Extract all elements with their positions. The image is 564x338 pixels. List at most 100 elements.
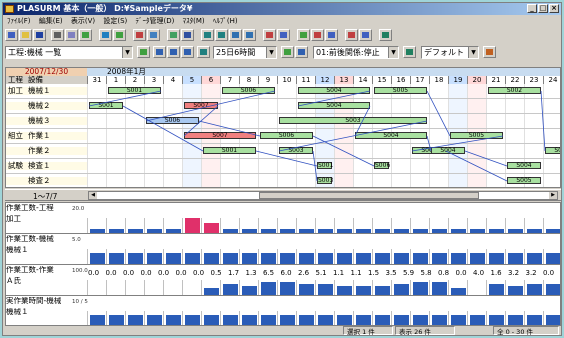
color-icon[interactable] (483, 46, 496, 58)
calendar-icon[interactable] (167, 29, 180, 41)
relation-select-value: 01:前後関係:停止 (316, 48, 380, 57)
col-width-icon[interactable] (295, 46, 308, 58)
load-cell (144, 311, 163, 325)
schedule-icon[interactable] (113, 29, 126, 41)
redo-icon[interactable] (359, 29, 372, 41)
menu-edit[interactable]: 編集(E) (39, 17, 63, 25)
load-cell (201, 218, 220, 233)
load-cell (353, 280, 372, 295)
panel-divider[interactable]: 1〜7/7 ◀ ▶ (5, 189, 561, 201)
row-height-icon[interactable] (281, 46, 294, 58)
load-bar (470, 253, 485, 264)
minimize-button[interactable]: _ (527, 4, 537, 13)
load-bar (299, 229, 314, 233)
load-cell (277, 249, 296, 264)
zoom-in-icon[interactable] (229, 29, 242, 41)
load-bar (413, 253, 428, 264)
load-cell (106, 249, 125, 264)
load-bar (489, 229, 504, 233)
unlink-icon[interactable] (147, 29, 160, 41)
load-bar (280, 282, 295, 295)
menu-view[interactable]: 表示(V) (71, 17, 95, 25)
load-bar (128, 315, 143, 325)
load-bar (318, 315, 333, 325)
print-icon[interactable] (51, 29, 64, 41)
chart-icon[interactable] (181, 29, 194, 41)
link-icon[interactable] (133, 29, 146, 41)
load-cell (505, 218, 524, 233)
load-cell (448, 280, 467, 295)
grid-icon[interactable] (99, 29, 112, 41)
load-bar (242, 229, 257, 233)
scroll-thumb[interactable] (259, 192, 479, 199)
merge-icon[interactable] (311, 29, 324, 41)
load-value-label: 0.0 (105, 269, 117, 277)
load-cell (524, 218, 543, 233)
load-cell (182, 311, 201, 325)
load-bar (546, 284, 560, 295)
load-bar (185, 253, 200, 264)
align-right-icon[interactable] (215, 29, 228, 41)
menu-master[interactable]: ﾏｽﾀ(M) (183, 17, 205, 25)
new-file-icon[interactable] (5, 29, 18, 41)
zoom-out-icon[interactable] (243, 29, 256, 41)
load-bar (280, 229, 295, 233)
undo-icon[interactable] (345, 29, 358, 41)
load-bar (451, 315, 466, 325)
time-scale-icon[interactable] (197, 46, 210, 58)
dependency-line (411, 135, 504, 152)
save-icon[interactable] (33, 29, 46, 41)
preview-icon[interactable] (65, 29, 78, 41)
menu-data[interactable]: ﾃﾞｰﾀ管理(D) (136, 17, 175, 25)
filter-icon[interactable] (263, 29, 276, 41)
load-cell (334, 249, 353, 264)
span-select[interactable]: 25日6時間 ▼ (213, 46, 277, 59)
scroll-right-icon[interactable]: ▶ (549, 192, 557, 199)
load-cell (87, 280, 106, 295)
menu-help[interactable]: ﾍﾙﾌﾟ(H) (213, 17, 238, 25)
dependency-line (278, 120, 428, 152)
load-cell (391, 249, 410, 264)
close-button[interactable]: × (549, 4, 559, 13)
next-period-icon[interactable] (181, 46, 194, 58)
load-bar (185, 218, 200, 233)
open-file-icon[interactable] (19, 29, 32, 41)
layout-icon[interactable] (403, 46, 416, 58)
load-cell (505, 311, 524, 325)
refresh-icon[interactable] (137, 46, 150, 58)
load-bar (166, 229, 181, 233)
settings-icon[interactable] (379, 29, 392, 41)
load-value-label: 1.1 (333, 269, 345, 277)
prev-period-icon[interactable] (153, 46, 166, 58)
load-cell (353, 218, 372, 233)
load-cell (543, 218, 560, 233)
load-bar (432, 315, 447, 325)
today-icon[interactable] (167, 46, 180, 58)
move-icon[interactable] (325, 29, 338, 41)
dependency-line (426, 90, 451, 137)
load-cell (391, 218, 410, 233)
load-cell (163, 311, 182, 325)
sort-icon[interactable] (277, 29, 290, 41)
load-cell (296, 280, 315, 295)
align-left-icon[interactable] (201, 29, 214, 41)
dependency-links (88, 90, 546, 182)
menu-settings[interactable]: 設定(S) (103, 17, 127, 25)
load-row-subject: 加工 (6, 215, 21, 223)
relation-select[interactable]: 01:前後関係:停止 ▼ (313, 46, 399, 59)
load-bar (280, 315, 295, 325)
scroll-left-icon[interactable]: ◀ (89, 192, 97, 199)
load-value-label: 1.7 (228, 269, 240, 277)
view-select[interactable]: 工程:機械 一覧 ▼ (5, 46, 133, 59)
load-cell (486, 249, 505, 264)
horizontal-scrollbar[interactable]: ◀ ▶ (88, 191, 558, 200)
load-cell (505, 249, 524, 264)
maximize-button[interactable]: □ (538, 4, 548, 13)
load-row-subject: 機械１ (6, 308, 29, 316)
export-icon[interactable] (79, 29, 92, 41)
split-icon[interactable] (297, 29, 310, 41)
style-select[interactable]: デフォルト ▼ (421, 46, 479, 59)
menu-file[interactable]: ﾌｧｲﾙ(F) (7, 17, 31, 25)
load-bar (375, 315, 390, 325)
load-bar (128, 253, 143, 264)
